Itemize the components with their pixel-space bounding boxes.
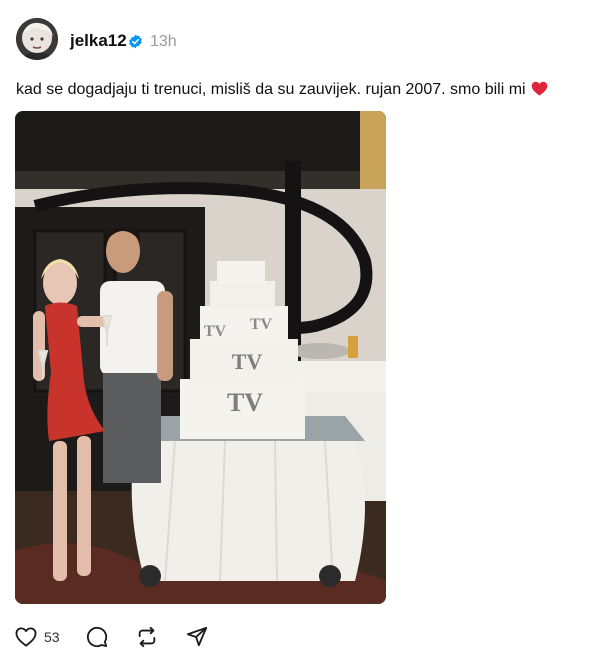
post-actions: 53 <box>0 620 592 656</box>
red-heart-icon <box>531 81 548 96</box>
username[interactable]: jelka12 <box>70 31 127 51</box>
reply-button[interactable] <box>86 620 108 654</box>
threads-post: jelka12 13h kad se dogadjaju ti trenuci,… <box>0 0 592 665</box>
like-count: 53 <box>44 629 60 645</box>
verified-badge-icon <box>128 34 143 49</box>
caption-text: kad se dogadjaju ti trenuci, misliš da s… <box>16 81 526 98</box>
cake-lettering-3: TV <box>204 323 227 340</box>
cake-lettering-2: TV <box>232 349 263 374</box>
cake-lettering-1: TV <box>227 388 263 417</box>
repost-icon <box>138 626 156 648</box>
post-photo[interactable]: TV TV TV TV <box>15 111 386 604</box>
post-caption: kad se dogadjaju ti trenuci, misliš da s… <box>16 80 548 100</box>
repost-button[interactable] <box>136 620 158 654</box>
photo-image: TV TV TV TV <box>15 111 386 604</box>
post-timestamp: 13h <box>150 33 177 50</box>
comment-bubble-icon <box>87 626 108 648</box>
like-button[interactable]: 53 <box>15 620 60 654</box>
cake-lettering-4: TV <box>250 316 273 333</box>
heart-outline-icon <box>15 627 37 647</box>
share-button[interactable] <box>186 620 208 654</box>
avatar[interactable] <box>16 18 58 60</box>
send-icon <box>186 626 208 647</box>
avatar-icon <box>16 18 58 60</box>
